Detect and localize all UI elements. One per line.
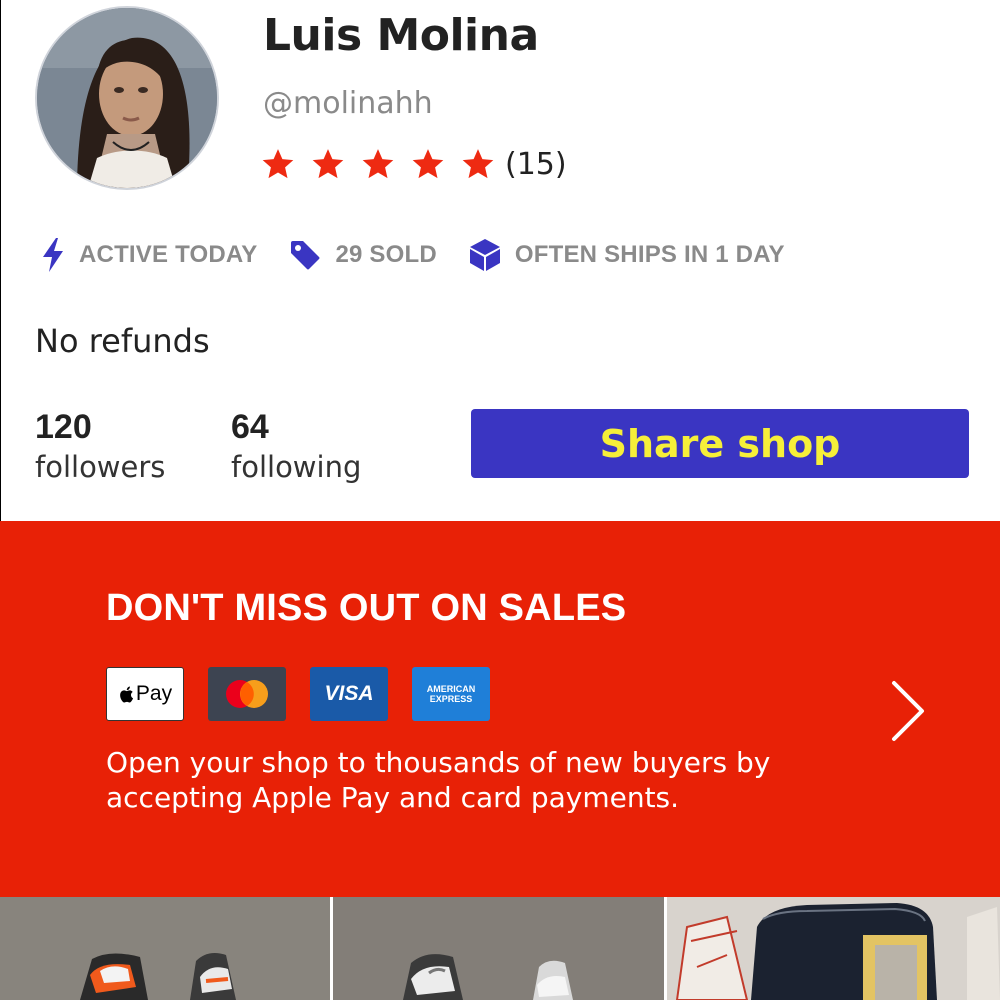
listing-thumb-sneakers-orange[interactable]	[0, 897, 333, 1000]
following-label: following	[231, 450, 362, 484]
amex-label-line1: AMERICAN	[426, 684, 476, 694]
followers-label: followers	[35, 450, 166, 484]
visa-label: VISA	[324, 682, 374, 705]
amex-label-line2: EXPRESS	[429, 694, 473, 704]
stat-active: ACTIVE TODAY	[41, 238, 257, 272]
following-number: 64	[231, 408, 269, 446]
stat-shipping: OFTEN SHIPS IN 1 DAY	[469, 238, 785, 272]
apple-pay-label: Pay	[135, 682, 173, 705]
star-icon	[262, 149, 294, 179]
rating-count: (15)	[505, 146, 567, 182]
apple-pay-icon: Pay	[106, 667, 184, 721]
lightning-icon	[43, 238, 63, 272]
shop-owner-name: Luis Molina	[263, 10, 539, 61]
payments-promo-banner[interactable]: DON'T MISS OUT ON SALES Pay VISA AMERICA…	[0, 521, 1000, 897]
star-icon	[412, 149, 444, 179]
stat-label: 29 SOLD	[335, 241, 437, 268]
followers-count[interactable]: 120 followers	[35, 406, 165, 486]
price-tag-icon	[291, 241, 320, 270]
shop-stats: ACTIVE TODAY 29 SOLD OFTEN SHIPS IN 1 DA…	[41, 236, 817, 274]
shop-handle: @molinahh	[263, 86, 433, 121]
box-icon	[469, 239, 500, 271]
listing-thumb-sneakers-white[interactable]	[333, 897, 667, 1000]
listings-grid	[0, 897, 1000, 1000]
shop-policy: No refunds	[35, 322, 210, 360]
star-icon	[462, 149, 494, 179]
star-icon	[312, 149, 344, 179]
rating[interactable]: (15)	[261, 140, 567, 188]
star-icon	[362, 149, 394, 179]
visa-icon: VISA	[310, 667, 388, 721]
promo-title: DON'T MISS OUT ON SALES	[106, 587, 627, 629]
stat-label: ACTIVE TODAY	[79, 241, 258, 268]
following-count[interactable]: 64 following	[231, 406, 361, 486]
followers-number: 120	[35, 408, 92, 446]
share-shop-label: Share shop	[599, 421, 841, 466]
promo-description: Open your shop to thousands of new buyer…	[106, 746, 771, 814]
amex-icon: AMERICAN EXPRESS	[412, 667, 490, 721]
stat-label: OFTEN SHIPS IN 1 DAY	[514, 241, 785, 268]
stat-sold: 29 SOLD	[289, 239, 437, 271]
mastercard-icon	[208, 667, 286, 721]
payment-methods: Pay VISA AMERICAN EXPRESS	[106, 667, 514, 721]
share-shop-button[interactable]: Share shop	[471, 409, 969, 478]
shop-profile-header: Luis Molina @molinahh (15) ACTIVE TODAY …	[0, 0, 1000, 521]
listing-thumb-bag[interactable]	[667, 897, 1000, 1000]
avatar[interactable]	[35, 6, 219, 190]
chevron-right-icon[interactable]	[888, 679, 928, 743]
